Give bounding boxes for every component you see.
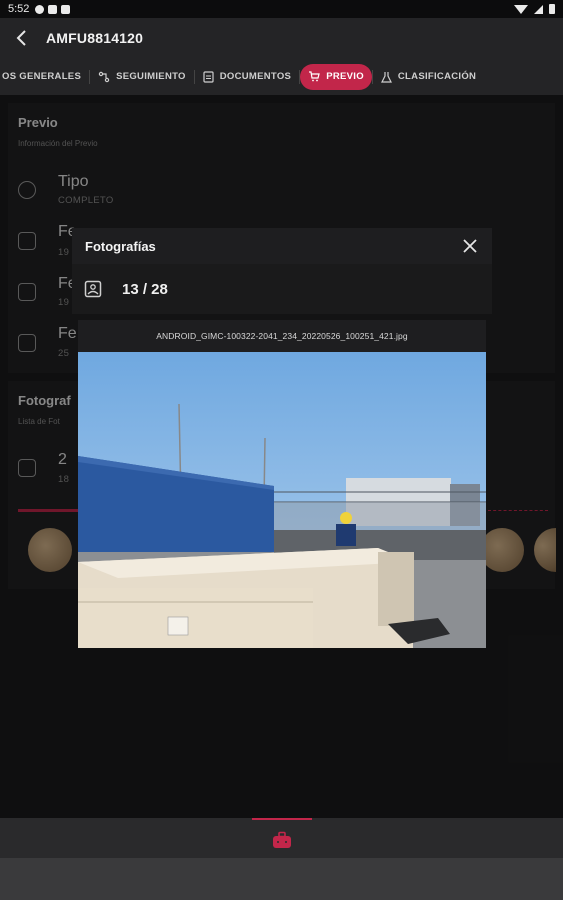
cart-icon [309,71,320,82]
dialog-title: Fotografías [85,238,156,254]
tab-label: OS GENERALES [2,71,82,82]
tab-label: PREVIO [326,71,364,82]
bottom-navigation [0,818,563,858]
back-arrow-icon [16,30,26,46]
toolbox-icon[interactable] [272,831,292,849]
app-bar: AMFU8814120 [0,18,563,58]
battery-icon [549,4,555,14]
file-name-bar: ANDROID_GIMC-100322-2041_234_20220526_10… [78,320,486,352]
image-icon [84,280,102,298]
tab-label: CLASIFICACIÓN [397,71,477,82]
nav-active-indicator [252,818,312,820]
photo-viewer[interactable] [78,352,486,648]
close-icon [463,239,477,253]
status-bar: 5:52 [0,0,563,18]
file-name: ANDROID_GIMC-100322-2041_234_20220526_10… [156,331,408,341]
tab-previo[interactable]: PREVIO [300,63,372,90]
tab-label: DOCUMENTOS [219,71,292,82]
photo-counter: 13 / 28 [122,280,168,298]
sd-card-icon [61,4,71,14]
signal-icon [534,4,543,14]
close-button[interactable] [460,236,480,256]
photo-counter-bar: 13 / 28 [72,264,492,314]
tab-label: SEGUIMIENTO [116,71,186,82]
wifi-icon [514,4,528,14]
system-navigation-bar [0,858,563,900]
dialog-header: Fotografías [72,228,492,264]
notification-icon [35,4,45,14]
flask-icon [380,71,392,83]
route-icon [98,71,110,82]
container-yard-photo [78,352,486,648]
chat-icon [48,4,58,14]
back-button[interactable] [0,18,44,58]
document-icon [203,70,214,83]
page-title: AMFU8814120 [46,30,144,46]
tab-seguimiento[interactable]: SEGUIMIENTO [90,64,194,90]
tab-bar: OS GENERALES SEGUIMIENTO DOCUMENTOS PREV… [0,58,563,95]
status-time: 5:52 [8,3,30,15]
tab-documentos[interactable]: DOCUMENTOS [195,64,299,90]
tab-datos-generales[interactable]: OS GENERALES [0,64,89,90]
tab-clasificacion[interactable]: CLASIFICACIÓN [373,64,484,90]
